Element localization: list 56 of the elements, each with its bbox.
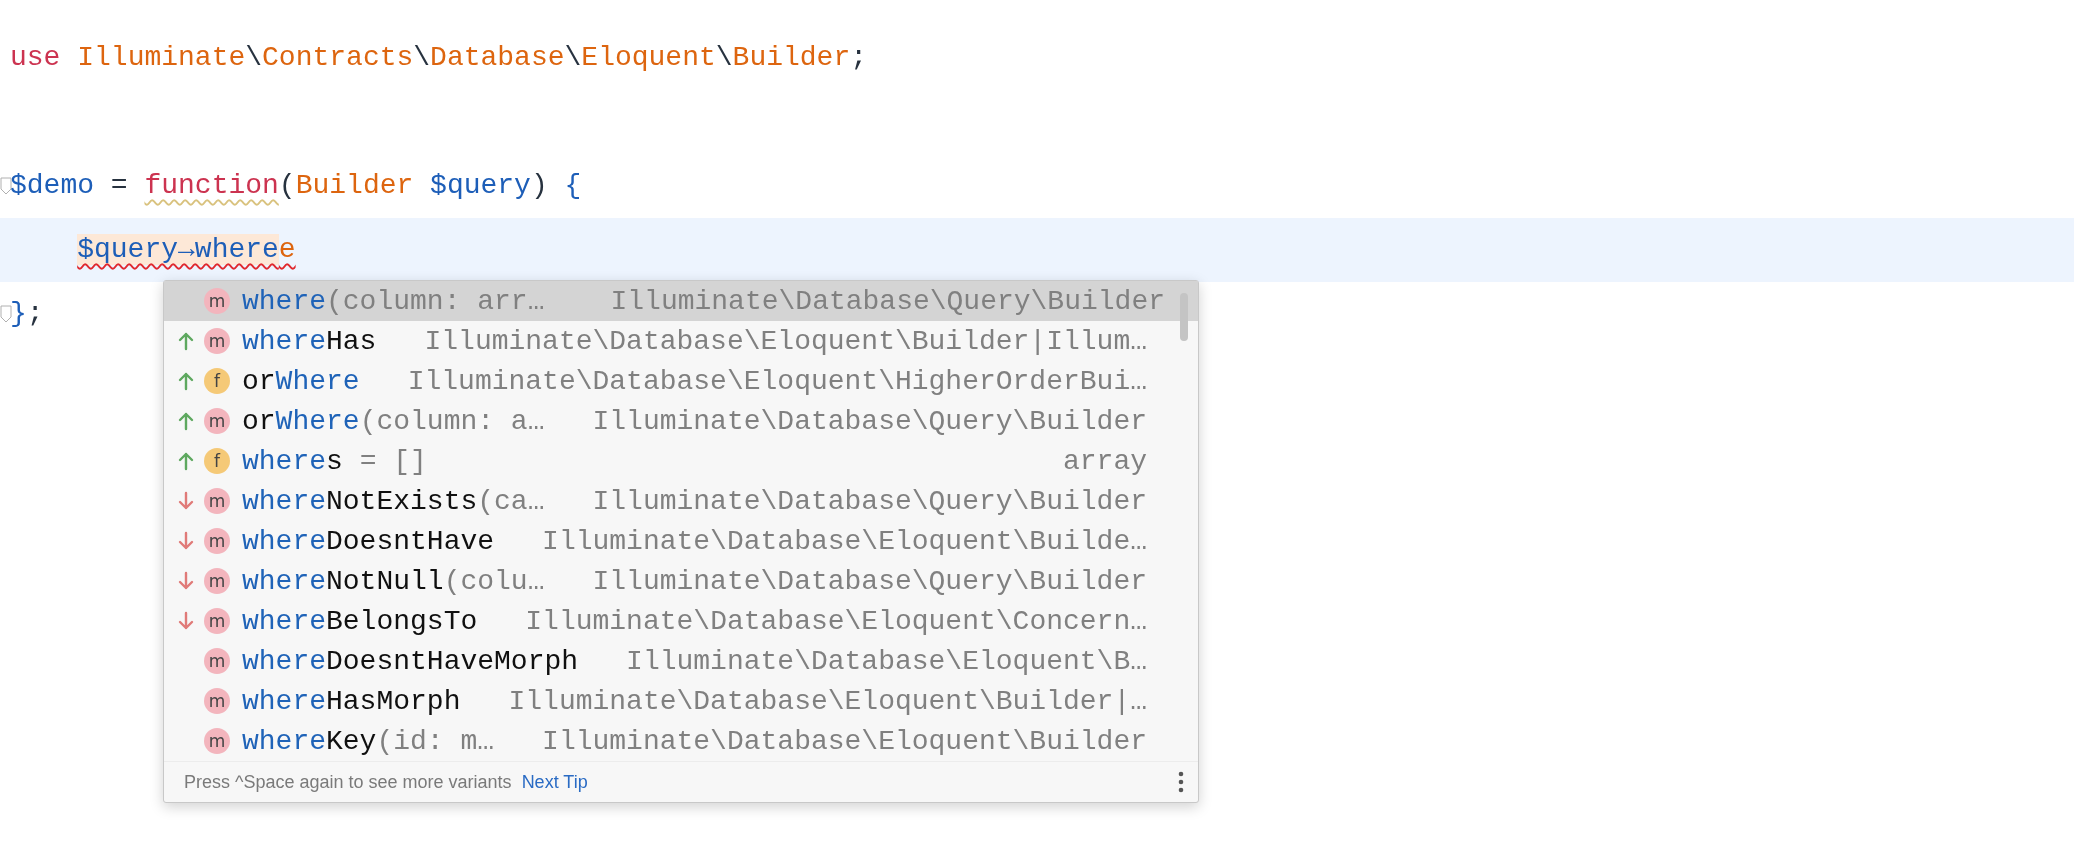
completion-name: where(column: arr… [242,285,545,317]
completion-item[interactable]: m whereNotExists(ca… Illuminate\Database\Query\Builder [164,481,1198,521]
completion-name: whereHas [242,325,377,357]
completion-name: whereBelongsTo [242,605,478,637]
completion-item[interactable]: m whereHasMorph Illuminate\Database\Eloquent\Builder|… [164,681,1198,721]
completion-type: Illuminate\Database\Eloquent\Builde… [541,525,1147,557]
method-icon: m [204,608,230,634]
method-icon: m [204,328,230,354]
completion-name: whereNotNull(colu… [242,565,545,597]
scrollbar-thumb[interactable] [1180,293,1188,341]
field-icon: f [204,448,230,474]
completion-type: Illuminate\Database\Query\Builder [591,565,1147,597]
method-icon: m [204,288,230,314]
completion-type: Illuminate\Database\Query\Builder [609,285,1165,317]
method-icon: m [204,648,230,674]
method-icon: m [204,688,230,714]
completion-item[interactable]: m whereDoesntHaveMorph Illuminate\Database\Eloquent\B… [164,641,1198,681]
completion-item[interactable]: f wheres = [] array [164,441,1198,481]
completion-name: whereKey(id: m… [242,725,495,757]
completion-item[interactable]: f orWhere Illuminate\Database\Eloquent\HigherOrderBui… [164,361,1198,401]
completion-type: Illuminate\Database\Eloquent\Concern… [524,605,1147,637]
next-tip-link[interactable]: Next Tip [521,771,588,793]
completion-item[interactable]: m whereNotNull(colu… Illuminate\Database\Query\Builder [164,561,1198,601]
method-icon: m [204,488,230,514]
completion-type: Illuminate\Database\Eloquent\Builder|Illum… [423,325,1147,357]
completion-type: Illuminate\Database\Query\Builder [591,405,1147,437]
completion-type: Illuminate\Database\Eloquent\HigherOrderBui… [406,365,1147,397]
completion-name: wheres = [] [242,445,427,477]
completion-item[interactable]: m whereKey(id: m… Illuminate\Database\Eloquent\Builder [164,721,1198,761]
completion-item[interactable]: m whereBelongsTo Illuminate\Database\Eloquent\Concern… [164,601,1198,641]
completion-item[interactable]: m where(column: arr… Illuminate\Database\Query\Builder [164,281,1198,321]
more-options-icon[interactable] [1178,771,1184,793]
completion-type: array [1062,445,1147,477]
completion-item[interactable]: m whereHas Illuminate\Database\Eloquent\Builder|Illum… [164,321,1198,361]
method-icon: m [204,568,230,594]
method-icon: m [204,528,230,554]
code-line: $demo = function(Builder $query) { [0,154,2074,218]
method-icon: m [204,728,230,754]
field-icon: f [204,368,230,394]
method-icon: m [204,408,230,434]
fold-icon[interactable] [0,305,12,323]
code-line: use Illuminate\Contracts\Database\Eloquent\Builder; [9,41,868,75]
completion-type: Illuminate\Database\Query\Builder [591,485,1147,517]
completion-type: Illuminate\Database\Eloquent\Builder|… [507,685,1147,717]
completion-item[interactable]: m whereDoesntHave Illuminate\Database\Eloquent\Builde… [164,521,1198,561]
completion-type: Illuminate\Database\Eloquent\Builder [541,725,1147,757]
completion-name: whereNotExists(ca… [242,485,545,517]
completion-name: orWhere(column: a… [242,405,545,437]
completion-item[interactable]: m orWhere(column: a… Illuminate\Database\Query\Builder [164,401,1198,441]
completion-name: whereDoesntHaveMorph [242,645,579,677]
completion-name: whereHasMorph [242,685,461,717]
completion-name: whereDoesntHave [242,525,495,557]
fold-icon[interactable] [0,177,12,195]
hint-text: Press ^Space again to see more variants [184,771,512,793]
completion-type: Illuminate\Database\Eloquent\B… [625,645,1147,677]
completion-name: orWhere [242,365,360,397]
